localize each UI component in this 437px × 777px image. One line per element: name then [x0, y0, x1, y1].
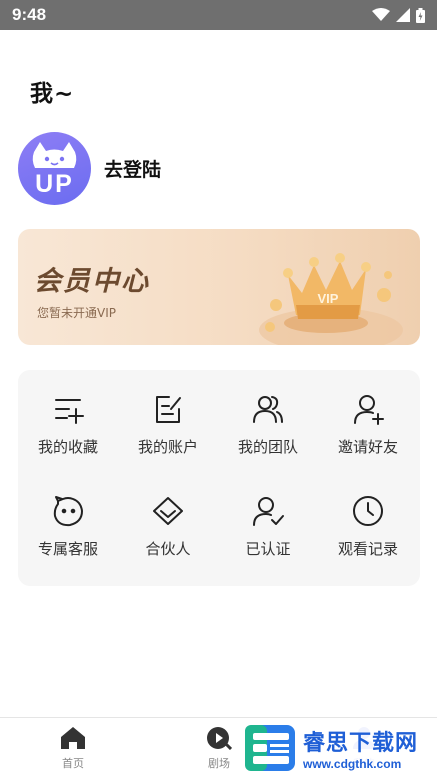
- nav-label: 首页: [62, 757, 84, 770]
- add-list-icon: [51, 392, 85, 426]
- avatar-text: UP: [35, 170, 74, 198]
- watermark: 睿思下载网 www.cdgthk.com: [243, 720, 435, 776]
- login-link[interactable]: 去登陆: [104, 155, 161, 182]
- menu-item-verified[interactable]: 已认证: [218, 494, 318, 559]
- menu-label: 我的收藏: [37, 438, 98, 456]
- wifi-icon: [372, 8, 390, 21]
- menu-label: 我的账户: [137, 438, 198, 456]
- menu-label: 邀请好友: [337, 438, 398, 456]
- status-bar: 9:48: [0, 0, 437, 30]
- vip-crown-icon: VIP: [259, 253, 403, 345]
- watermark-logo-icon: [245, 725, 295, 771]
- menu-item-favorites[interactable]: 我的收藏: [18, 392, 118, 457]
- menu-label: 专属客服: [37, 540, 98, 558]
- menu-item-account[interactable]: 我的账户: [118, 392, 218, 457]
- page-title: 我~: [30, 81, 75, 107]
- clock-icon: [351, 494, 385, 528]
- customer-service-icon: [51, 494, 85, 528]
- menu-grid: 我的收藏 我的账户 我的团队 邀请好友 专属客服 合伙人 已认证 观看记录: [18, 370, 420, 586]
- menu-item-team[interactable]: 我的团队: [218, 392, 318, 457]
- watermark-text: 睿思下载网: [303, 731, 419, 756]
- menu-label: 合伙人: [145, 540, 191, 558]
- home-icon: [61, 727, 85, 749]
- signal-icon: [396, 8, 410, 22]
- nav-home[interactable]: 首页: [33, 726, 113, 771]
- menu-label: 已认证: [245, 540, 291, 558]
- menu-item-customer-service[interactable]: 专属客服: [18, 494, 118, 559]
- add-user-icon: [351, 392, 385, 426]
- menu-label: 我的团队: [237, 438, 298, 456]
- battery-icon: [416, 7, 425, 23]
- watermark-url: www.cdgthk.com: [303, 757, 402, 771]
- status-icons: [372, 7, 425, 23]
- play-icon: [207, 727, 232, 750]
- verified-user-icon: [251, 494, 285, 528]
- menu-label: 观看记录: [337, 540, 398, 558]
- menu-item-invite[interactable]: 邀请好友: [318, 392, 418, 457]
- menu-item-watch-history[interactable]: 观看记录: [318, 494, 418, 559]
- vip-title: 会员中心: [34, 266, 150, 297]
- diamond-icon: [151, 494, 185, 528]
- profile-row[interactable]: UP 去登陆: [18, 132, 161, 205]
- nav-label: 剧场: [208, 757, 230, 770]
- edit-note-icon: [151, 392, 185, 426]
- menu-item-partner[interactable]: 合伙人: [118, 494, 218, 559]
- avatar[interactable]: UP: [18, 132, 91, 205]
- vip-subtitle: 您暂未开通VIP: [37, 306, 116, 320]
- vip-center-banner[interactable]: 会员中心 您暂未开通VIP VIP: [18, 229, 420, 345]
- vip-badge-text: VIP: [318, 291, 339, 306]
- team-icon: [251, 392, 285, 426]
- status-time: 9:48: [12, 5, 47, 24]
